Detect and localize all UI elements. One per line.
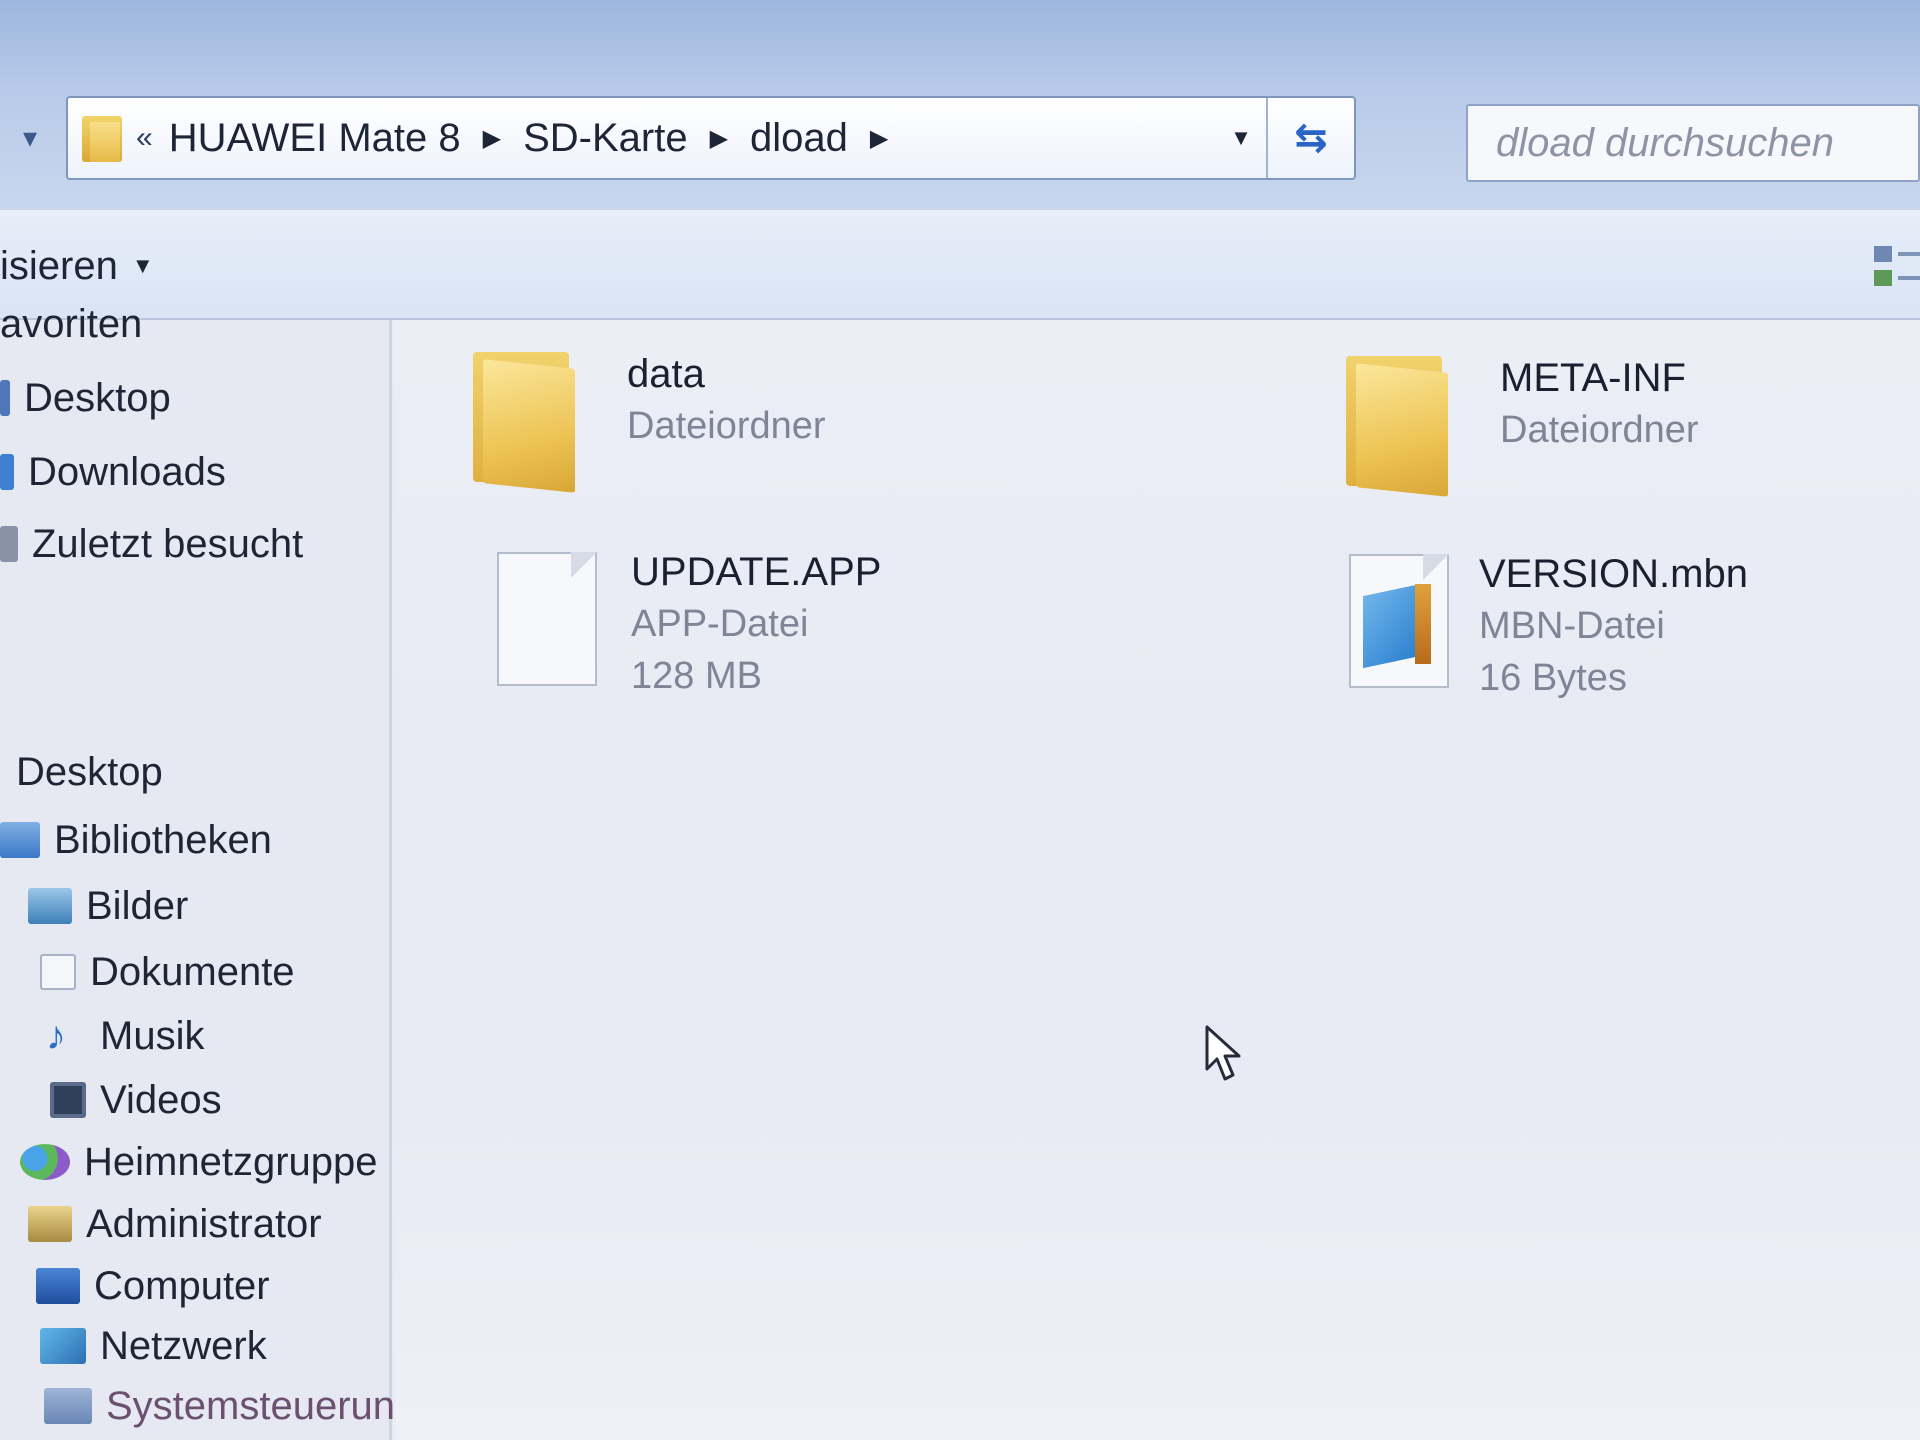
sidebar-item-label: Netzwerk — [100, 1323, 267, 1368]
organize-button[interactable]: isieren ▼ — [0, 238, 154, 294]
video-film-icon — [50, 1082, 86, 1118]
file-name: data — [627, 352, 705, 396]
organize-label: isieren — [0, 243, 118, 288]
file-type: Dateiordner — [1500, 409, 1699, 451]
documents-icon — [40, 954, 76, 990]
sidebar-item-label: Desktop — [16, 749, 163, 794]
sidebar-item-label: Systemsteuerung — [106, 1383, 418, 1428]
search-input[interactable] — [1494, 119, 1918, 167]
breadcrumb-overflow[interactable]: « — [136, 121, 153, 155]
sidebar-item-control-panel[interactable]: Systemsteuerung — [44, 1378, 417, 1434]
network-icon — [40, 1328, 86, 1364]
file-list: data Dateiordner META-INF Dateiordner UP… — [395, 320, 1920, 1440]
sidebar-item-videos[interactable]: Videos — [50, 1072, 222, 1128]
chevron-down-icon: ▼ — [1230, 125, 1252, 150]
sidebar-item-label: Heimnetzgruppe — [84, 1139, 378, 1184]
sidebar-item-label: Desktop — [24, 375, 171, 420]
sidebar-item-downloads[interactable]: Downloads — [0, 444, 226, 500]
file-name: META-INF — [1500, 356, 1686, 400]
file-item-meta-inf[interactable]: META-INF Dateiordner — [1340, 352, 1699, 542]
homegroup-icon — [20, 1144, 70, 1180]
refresh-icon: ⇆ — [1294, 116, 1328, 160]
file-name: UPDATE.APP — [631, 550, 882, 594]
breadcrumb-huawei[interactable]: HUAWEI Mate 8 — [165, 116, 465, 161]
back-forward-dropdown[interactable]: ▾ — [0, 112, 60, 162]
breadcrumb-arrow-icon[interactable]: ▶ — [710, 124, 728, 153]
sidebar-item-desktop-root[interactable]: Desktop — [16, 744, 163, 800]
sidebar-item-libraries[interactable]: Bibliotheken — [0, 812, 272, 868]
blank-file-icon — [483, 546, 603, 696]
sidebar-item-label: Dokumente — [90, 949, 295, 994]
sidebar-item-recent[interactable]: Zuletzt besucht — [0, 516, 303, 572]
sidebar-item-network[interactable]: Netzwerk — [40, 1318, 267, 1374]
breadcrumb-arrow-icon[interactable]: ▶ — [870, 124, 888, 153]
sidebar-item-documents[interactable]: Dokumente — [40, 944, 295, 1000]
sidebar-item-administrator[interactable]: Administrator — [28, 1196, 322, 1252]
file-type: MBN-Datei — [1479, 605, 1665, 647]
mbn-file-icon — [1335, 548, 1455, 698]
file-size: 16 Bytes — [1479, 657, 1627, 699]
toolbar: isieren ▼ — [0, 210, 1920, 320]
folder-icon — [1340, 352, 1460, 502]
sidebar-item-label: Musik — [100, 1013, 205, 1058]
sidebar-item-desktop[interactable]: Desktop — [0, 370, 171, 426]
desktop-icon — [0, 380, 10, 416]
sidebar-item-label: Bilder — [86, 883, 189, 928]
sidebar-item-label: Administrator — [86, 1201, 322, 1246]
sidebar-item-label: Videos — [100, 1077, 222, 1122]
libraries-icon — [0, 822, 40, 858]
control-panel-icon — [44, 1388, 92, 1424]
change-view-icon[interactable] — [1874, 246, 1920, 306]
search-box[interactable] — [1466, 104, 1920, 182]
recent-places-icon — [0, 526, 18, 562]
mouse-cursor-icon — [1205, 1025, 1241, 1081]
navigation-pane: avoriten Desktop Downloads Zuletzt besuc… — [0, 302, 417, 1440]
computer-icon — [36, 1268, 80, 1304]
sidebar-item-label: Zuletzt besucht — [32, 521, 304, 566]
refresh-button[interactable]: ⇆ — [1266, 98, 1354, 178]
sidebar-favorites-header[interactable]: avoriten — [0, 296, 142, 352]
user-folder-icon — [28, 1206, 72, 1242]
breadcrumb-sd-karte[interactable]: SD-Karte — [519, 116, 692, 161]
file-item-update-app[interactable]: UPDATE.APP APP-Datei 128 MB — [483, 546, 881, 736]
address-dropdown-button[interactable]: ▼ — [1216, 98, 1266, 178]
file-item-data[interactable]: data Dateiordner — [467, 348, 826, 538]
breadcrumb-arrow-icon[interactable]: ▶ — [483, 124, 501, 153]
downloads-icon — [0, 454, 14, 490]
file-size: 128 MB — [631, 655, 762, 697]
sidebar-item-music[interactable]: ♪ Musik — [46, 1008, 204, 1064]
address-bar[interactable]: « HUAWEI Mate 8 ▶ SD-Karte ▶ dload ▶ ▼ ⇆ — [66, 96, 1356, 180]
file-type: Dateiordner — [627, 405, 826, 447]
sidebar-item-label: Downloads — [28, 449, 226, 494]
sidebar-item-homegroup[interactable]: Heimnetzgruppe — [20, 1134, 378, 1190]
file-name: VERSION.mbn — [1479, 552, 1748, 596]
pictures-icon — [28, 888, 72, 924]
music-note-icon: ♪ — [46, 1014, 66, 1058]
sidebar-item-label: avoriten — [0, 301, 143, 346]
breadcrumb-dload[interactable]: dload — [746, 116, 852, 161]
sidebar-item-label: Computer — [94, 1263, 270, 1308]
chevron-down-icon: ▾ — [22, 121, 38, 153]
folder-icon — [82, 112, 124, 164]
sidebar-item-computer[interactable]: Computer — [36, 1258, 270, 1314]
folder-icon — [467, 348, 587, 498]
file-type: APP-Datei — [631, 603, 809, 645]
file-item-version-mbn[interactable]: VERSION.mbn MBN-Datei 16 Bytes — [1335, 548, 1748, 738]
sidebar-item-label: Bibliotheken — [54, 817, 272, 862]
chevron-down-icon: ▼ — [131, 253, 154, 278]
sidebar-item-pictures[interactable]: Bilder — [28, 878, 188, 934]
